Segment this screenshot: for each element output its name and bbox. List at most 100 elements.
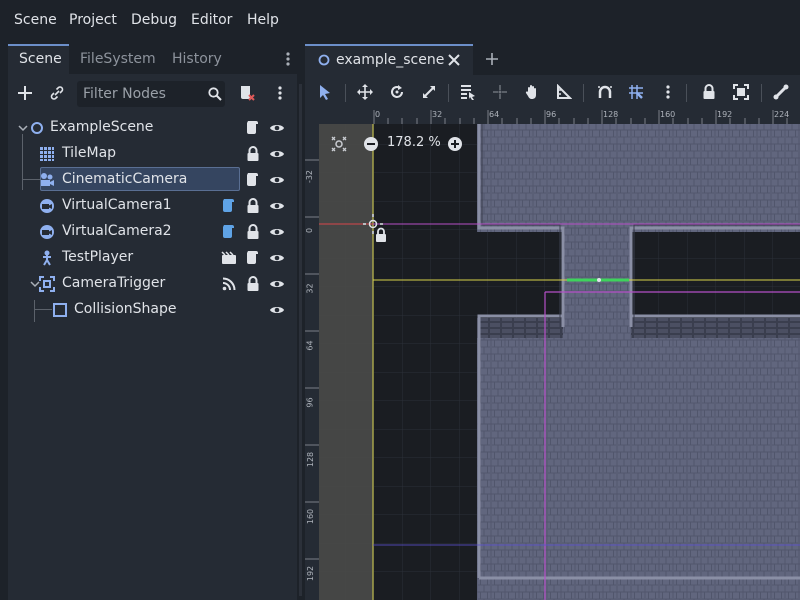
- dock-splitter[interactable]: [297, 44, 305, 600]
- smart-snap-icon[interactable]: [597, 84, 613, 100]
- tab-example-scene[interactable]: example_scene: [305, 44, 473, 75]
- toolbar-separator: [761, 84, 762, 102]
- zoom-in-icon[interactable]: [447, 136, 463, 152]
- lock-icon[interactable]: [244, 223, 262, 241]
- zoom-level-label[interactable]: 178.2 %: [387, 135, 441, 150]
- script-icon-blue[interactable]: [220, 197, 238, 215]
- lock-icon[interactable]: [244, 145, 262, 163]
- ruler-label: 160: [306, 508, 316, 525]
- pivot-tool-icon[interactable]: [492, 84, 508, 100]
- tree-item-tilemap[interactable]: TileMap: [8, 141, 297, 167]
- visibility-eye-icon[interactable]: [268, 275, 286, 293]
- dock-tab-bar: Scene FileSystem History: [8, 44, 297, 74]
- node2d-icon: [317, 53, 331, 67]
- scale-tool-icon[interactable]: [421, 84, 437, 100]
- script-icon[interactable]: [244, 249, 262, 267]
- snap-options-icon[interactable]: [662, 84, 674, 100]
- menu-scene[interactable]: Scene: [14, 12, 57, 28]
- dock-menu-icon[interactable]: [282, 51, 294, 67]
- tile-floor-bottom: [477, 327, 800, 600]
- scene-tab-label: example_scene: [336, 52, 445, 68]
- ruler-label: 32: [432, 110, 443, 119]
- tree-item-examplescene[interactable]: ExampleScene: [8, 115, 297, 141]
- ruler-label: 224: [774, 110, 790, 119]
- scene-tree-menu-icon[interactable]: [274, 84, 286, 102]
- tree-item-cinematiccamera[interactable]: CinematicCamera: [8, 167, 297, 193]
- ruler-label: 0: [375, 110, 381, 119]
- search-icon: [207, 86, 223, 102]
- tile-wall-left: [477, 318, 563, 338]
- menu-project[interactable]: Project: [69, 12, 117, 28]
- ruler-label: 192: [306, 565, 316, 582]
- visibility-eye-icon[interactable]: [268, 249, 286, 267]
- lock-icon[interactable]: [244, 197, 262, 215]
- tab-scene[interactable]: Scene: [8, 44, 69, 74]
- instance-scene-icon[interactable]: [48, 84, 66, 102]
- ruler-tool-icon[interactable]: [556, 84, 572, 100]
- visibility-eye-icon[interactable]: [268, 171, 286, 189]
- filter-nodes-input[interactable]: [83, 84, 201, 104]
- tree-item-testplayer[interactable]: TestPlayer: [8, 245, 297, 271]
- camera-icon: [38, 171, 56, 189]
- tree-item-label: TestPlayer: [62, 249, 134, 265]
- center-view-icon[interactable]: [331, 136, 347, 152]
- toolbar-separator: [448, 84, 449, 102]
- move-tool-icon[interactable]: [357, 84, 373, 100]
- toolbar-separator: [345, 84, 346, 102]
- new-scene-tab-icon[interactable]: [484, 51, 500, 67]
- attach-script-icon[interactable]: [238, 84, 256, 102]
- menu-editor[interactable]: Editor: [191, 12, 232, 28]
- tile-floor-top: [477, 124, 800, 232]
- visibility-eye-icon[interactable]: [268, 301, 286, 319]
- grid-snap-icon[interactable]: [628, 84, 644, 100]
- tree-item-cameratrigger[interactable]: CameraTrigger: [8, 271, 297, 297]
- ruler-label: 96: [305, 397, 315, 408]
- virtual-camera-icon: [38, 197, 56, 215]
- signal-icon[interactable]: [220, 275, 238, 293]
- visibility-eye-icon[interactable]: [268, 119, 286, 137]
- visibility-eye-icon[interactable]: [268, 223, 286, 241]
- skeleton-icon[interactable]: [773, 84, 789, 100]
- player-icon: [38, 249, 56, 267]
- scene-toolbar: [8, 74, 297, 112]
- tilemap-icon: [38, 145, 56, 163]
- toolbar-separator: [583, 84, 584, 102]
- tree-item-virtualcamera2[interactable]: VirtualCamera2: [8, 219, 297, 245]
- visibility-eye-icon[interactable]: [268, 145, 286, 163]
- script-icon[interactable]: [244, 171, 262, 189]
- list-select-icon[interactable]: [460, 84, 476, 100]
- node2d-icon: [28, 119, 46, 137]
- scene-dock: Scene FileSystem History Filter Nodes Ex…: [8, 44, 297, 600]
- tab-filesystem[interactable]: FileSystem: [80, 44, 156, 74]
- ruler-label: 128: [603, 110, 619, 119]
- canvas-editor: example_scene 0 32 64 96 128 160 192 224…: [305, 44, 800, 600]
- script-icon-blue[interactable]: [220, 223, 238, 241]
- lock-icon[interactable]: [244, 275, 262, 293]
- rotate-tool-icon[interactable]: [389, 84, 405, 100]
- menu-debug[interactable]: Debug: [131, 12, 177, 28]
- ruler-vertical: [305, 110, 319, 600]
- group-icon[interactable]: [733, 84, 749, 100]
- zoom-out-icon[interactable]: [363, 136, 379, 152]
- tab-history[interactable]: History: [172, 44, 222, 74]
- tree-item-virtualcamera1[interactable]: VirtualCamera1: [8, 193, 297, 219]
- scene-instance-icon[interactable]: [220, 249, 238, 267]
- script-icon[interactable]: [244, 119, 262, 137]
- canvas-viewport[interactable]: 0 32 64 96 128 160 192 224 -32 0 32 64 9…: [305, 110, 800, 600]
- visibility-eye-icon[interactable]: [268, 197, 286, 215]
- tree-item-label: CameraTrigger: [62, 275, 166, 291]
- ruler-label: -32: [305, 169, 315, 184]
- add-node-icon[interactable]: [16, 84, 34, 102]
- toolbar-separator: [686, 84, 687, 102]
- ruler-label: 32: [305, 283, 315, 294]
- menu-help[interactable]: Help: [247, 12, 279, 28]
- pan-tool-icon[interactable]: [524, 84, 540, 100]
- ruler-label: 64: [305, 340, 315, 351]
- close-icon[interactable]: [447, 53, 461, 67]
- select-tool-icon[interactable]: [317, 84, 333, 100]
- canvas-toolbar: [305, 75, 800, 109]
- tree-item-collisionshape[interactable]: CollisionShape: [8, 297, 297, 323]
- lock-icon[interactable]: [701, 84, 717, 100]
- filter-nodes-field[interactable]: [77, 81, 225, 107]
- ruler-label: 160: [660, 110, 676, 119]
